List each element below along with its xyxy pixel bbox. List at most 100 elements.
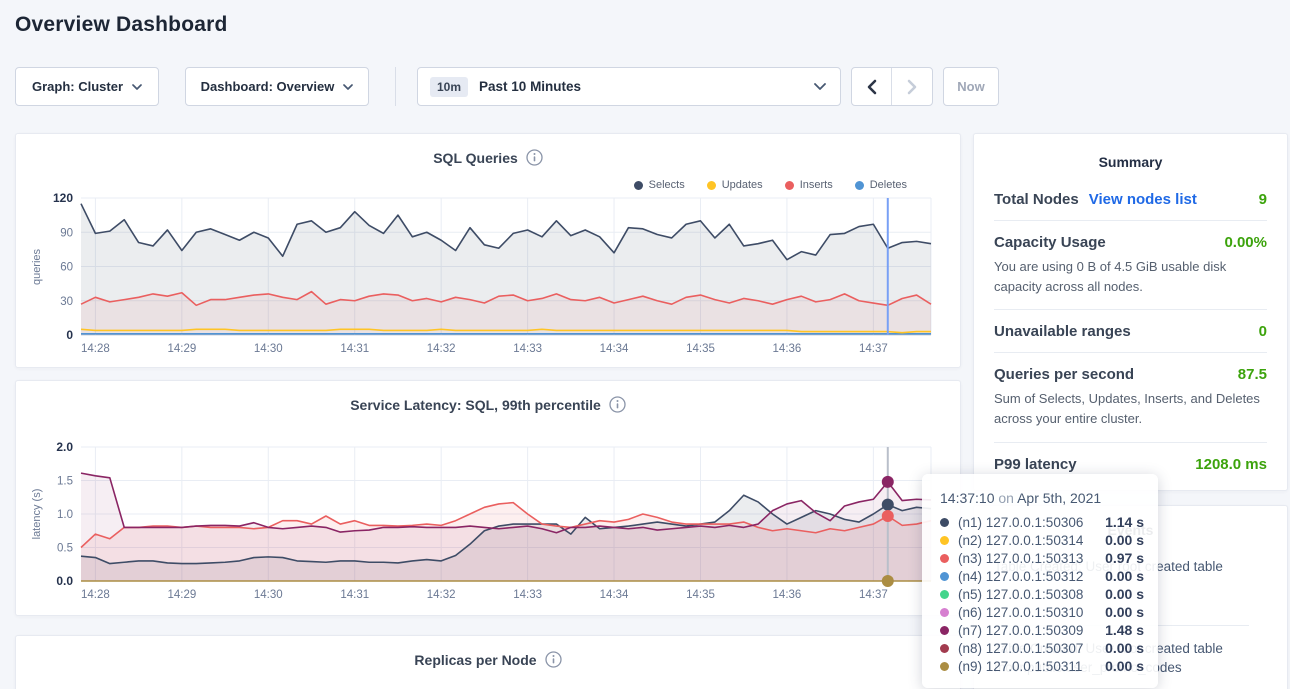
time-range-label: Past 10 Minutes (479, 79, 581, 94)
chevron-down-icon (814, 83, 826, 90)
chevron-left-icon (866, 79, 877, 95)
summary-row: Unavailable ranges 0 (994, 309, 1267, 352)
next-range-button[interactable] (892, 68, 932, 105)
summary-row-label: Capacity Usage (994, 234, 1106, 251)
replicas-per-node-card: Replicas per Node (15, 635, 961, 689)
svg-text:14:32: 14:32 (427, 589, 456, 601)
tooltip-node-address: (n2) 127.0.0.1:50314 (958, 533, 1105, 548)
svg-text:14:35: 14:35 (686, 589, 715, 601)
svg-text:14:34: 14:34 (600, 589, 629, 601)
summary-title: Summary (974, 134, 1287, 170)
summary-panel: Summary Total Nodes View nodes list 9 Capac… (973, 133, 1288, 491)
summary-row-description: You are using 0 B of 4.5 GiB usable disk… (994, 257, 1267, 297)
chevron-down-icon (132, 84, 142, 90)
summary-row-value: 1208.0 ms (1195, 456, 1267, 473)
summary-row-value: 9 (1259, 191, 1267, 208)
tooltip-node-value: 0.00 s (1105, 604, 1144, 620)
node-color-dot (940, 572, 949, 581)
svg-text:30: 30 (60, 296, 73, 308)
tooltip-row: (n2) 127.0.0.1:503140.00 s (940, 531, 1144, 549)
svg-text:14:31: 14:31 (340, 343, 369, 355)
svg-text:14:28: 14:28 (81, 343, 110, 355)
node-color-dot (940, 644, 949, 653)
tooltip-node-address: (n9) 127.0.0.1:50311 (958, 659, 1105, 674)
tooltip-node-address: (n7) 127.0.0.1:50309 (958, 623, 1105, 638)
svg-text:1.0: 1.0 (57, 509, 73, 521)
svg-text:queries: queries (31, 248, 43, 285)
svg-text:14:30: 14:30 (254, 589, 283, 601)
tooltip-row: (n5) 127.0.0.1:503080.00 s (940, 585, 1144, 603)
tooltip-node-value: 0.00 s (1105, 640, 1144, 656)
tooltip-node-address: (n5) 127.0.0.1:50308 (958, 587, 1105, 602)
view-nodes-list-link[interactable]: View nodes list (1089, 191, 1197, 208)
summary-row: Capacity Usage 0.00% You are using 0 B of … (994, 220, 1267, 309)
tooltip-node-value: 0.97 s (1105, 550, 1144, 566)
previous-range-button[interactable] (852, 68, 892, 105)
svg-text:14:28: 14:28 (81, 589, 110, 601)
time-range-badge: 10m (430, 77, 468, 97)
tooltip-node-address: (n1) 127.0.0.1:50306 (958, 515, 1105, 530)
service-latency-chart[interactable]: 0.00.51.01.52.014:2814:2914:3014:3114:32… (16, 381, 962, 617)
time-range-selector[interactable]: 10m Past 10 Minutes (417, 67, 841, 106)
svg-text:14:33: 14:33 (513, 589, 542, 601)
chevron-down-icon (343, 84, 353, 90)
tooltip-row: (n3) 127.0.0.1:503130.97 s (940, 549, 1144, 567)
node-color-dot (940, 536, 949, 545)
tooltip-node-address: (n4) 127.0.0.1:50312 (958, 569, 1105, 584)
now-button[interactable]: Now (943, 67, 999, 106)
dashboard-controls: Graph: Cluster Dashboard: Overview 10m P… (15, 67, 999, 106)
node-color-dot (940, 554, 949, 563)
chart-hover-tooltip: 14:37:10 on Apr 5th, 2021 (n1) 127.0.0.1… (922, 474, 1158, 688)
service-latency-card: Service Latency: SQL, 99th percentile 0.… (15, 380, 961, 616)
svg-text:latency (s): latency (s) (31, 489, 43, 540)
tooltip-node-address: (n3) 127.0.0.1:50313 (958, 551, 1105, 566)
tooltip-row: (n8) 127.0.0.1:503070.00 s (940, 639, 1144, 657)
node-color-dot (940, 518, 949, 527)
tooltip-row: (n9) 127.0.0.1:503110.00 s (940, 657, 1144, 675)
sql-queries-card: SQL Queries SelectsUpdatesInsertsDeletes… (15, 133, 961, 368)
svg-text:0.0: 0.0 (56, 574, 73, 588)
time-nav-group (851, 67, 933, 106)
tooltip-node-value: 0.00 s (1105, 532, 1144, 548)
controls-divider (395, 67, 396, 106)
svg-text:14:36: 14:36 (773, 343, 802, 355)
tooltip-row: (n4) 127.0.0.1:503120.00 s (940, 567, 1144, 585)
node-color-dot (940, 662, 949, 671)
svg-text:14:29: 14:29 (167, 589, 196, 601)
summary-row: Total Nodes View nodes list 9 (994, 178, 1267, 220)
tooltip-node-address: (n8) 127.0.0.1:50307 (958, 641, 1105, 656)
page-title: Overview Dashboard (15, 13, 228, 37)
summary-row-value: 0 (1259, 323, 1267, 340)
tooltip-node-value: 0.00 s (1105, 586, 1144, 602)
info-icon[interactable] (545, 651, 562, 668)
graph-dropdown[interactable]: Graph: Cluster (15, 67, 159, 106)
svg-text:0: 0 (66, 328, 73, 342)
svg-text:14:33: 14:33 (513, 343, 542, 355)
svg-text:14:34: 14:34 (600, 343, 629, 355)
svg-text:14:35: 14:35 (686, 343, 715, 355)
summary-row-label: Total Nodes (994, 191, 1079, 208)
svg-text:120: 120 (53, 191, 73, 205)
tooltip-row: (n6) 127.0.0.1:503100.00 s (940, 603, 1144, 621)
svg-text:14:31: 14:31 (340, 589, 369, 601)
svg-text:0.5: 0.5 (57, 543, 73, 555)
summary-row-value: 87.5 (1238, 366, 1267, 383)
summary-row-value: 0.00% (1224, 234, 1267, 251)
svg-text:14:30: 14:30 (254, 343, 283, 355)
summary-row-label: Unavailable ranges (994, 323, 1131, 340)
tooltip-node-value: 0.00 s (1105, 658, 1144, 674)
tooltip-row: (n1) 127.0.0.1:503061.14 s (940, 513, 1144, 531)
tooltip-timestamp: 14:37:10 on Apr 5th, 2021 (940, 490, 1144, 506)
dashboard-dropdown-label: Dashboard: Overview (201, 79, 335, 94)
svg-text:14:29: 14:29 (167, 343, 196, 355)
node-color-dot (940, 626, 949, 635)
dashboard-dropdown[interactable]: Dashboard: Overview (185, 67, 369, 106)
summary-row-label: Queries per second (994, 366, 1134, 383)
tooltip-node-value: 0.00 s (1105, 568, 1144, 584)
chart-title-replicas-per-node: Replicas per Node (414, 652, 536, 668)
sql-queries-chart[interactable]: 030609012014:2814:2914:3014:3114:3214:33… (16, 134, 962, 369)
summary-row-description: Sum of Selects, Updates, Inserts, and De… (994, 389, 1267, 429)
svg-text:14:32: 14:32 (427, 343, 456, 355)
tooltip-node-value: 1.14 s (1105, 514, 1144, 530)
tooltip-node-value: 1.48 s (1105, 622, 1144, 638)
